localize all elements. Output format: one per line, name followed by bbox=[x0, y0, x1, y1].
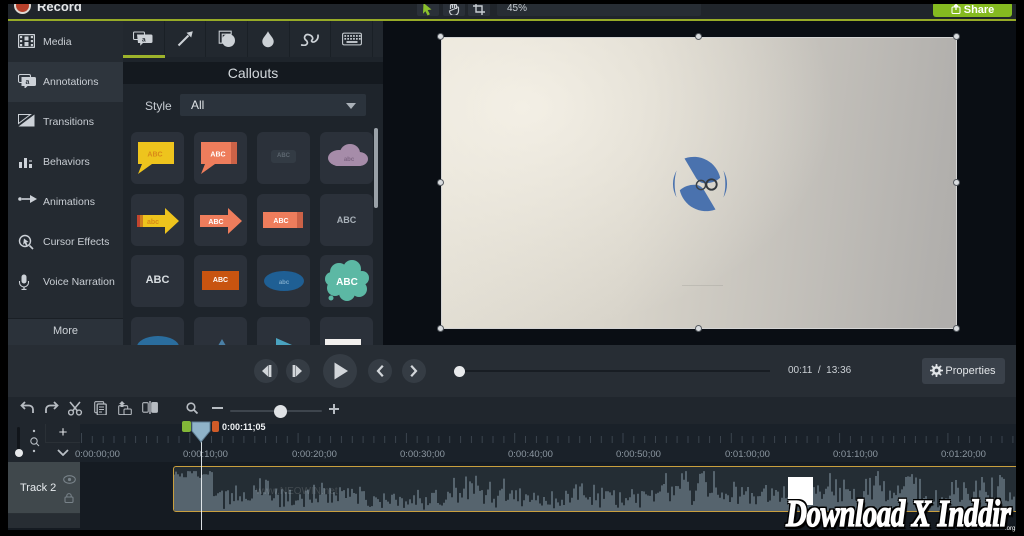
svg-text:ABC: ABC bbox=[273, 218, 288, 225]
svg-text:a: a bbox=[142, 36, 146, 43]
svg-text:a: a bbox=[26, 79, 30, 86]
svg-text:ABC: ABC bbox=[210, 152, 225, 159]
svg-text:ABC: ABC bbox=[336, 277, 358, 288]
svg-text:abc: abc bbox=[344, 157, 355, 163]
svg-text:ABC: ABC bbox=[208, 219, 223, 226]
svg-text:ABC: ABC bbox=[147, 152, 162, 159]
svg-text:abc: abc bbox=[279, 280, 290, 286]
svg-text:abc: abc bbox=[147, 219, 159, 226]
